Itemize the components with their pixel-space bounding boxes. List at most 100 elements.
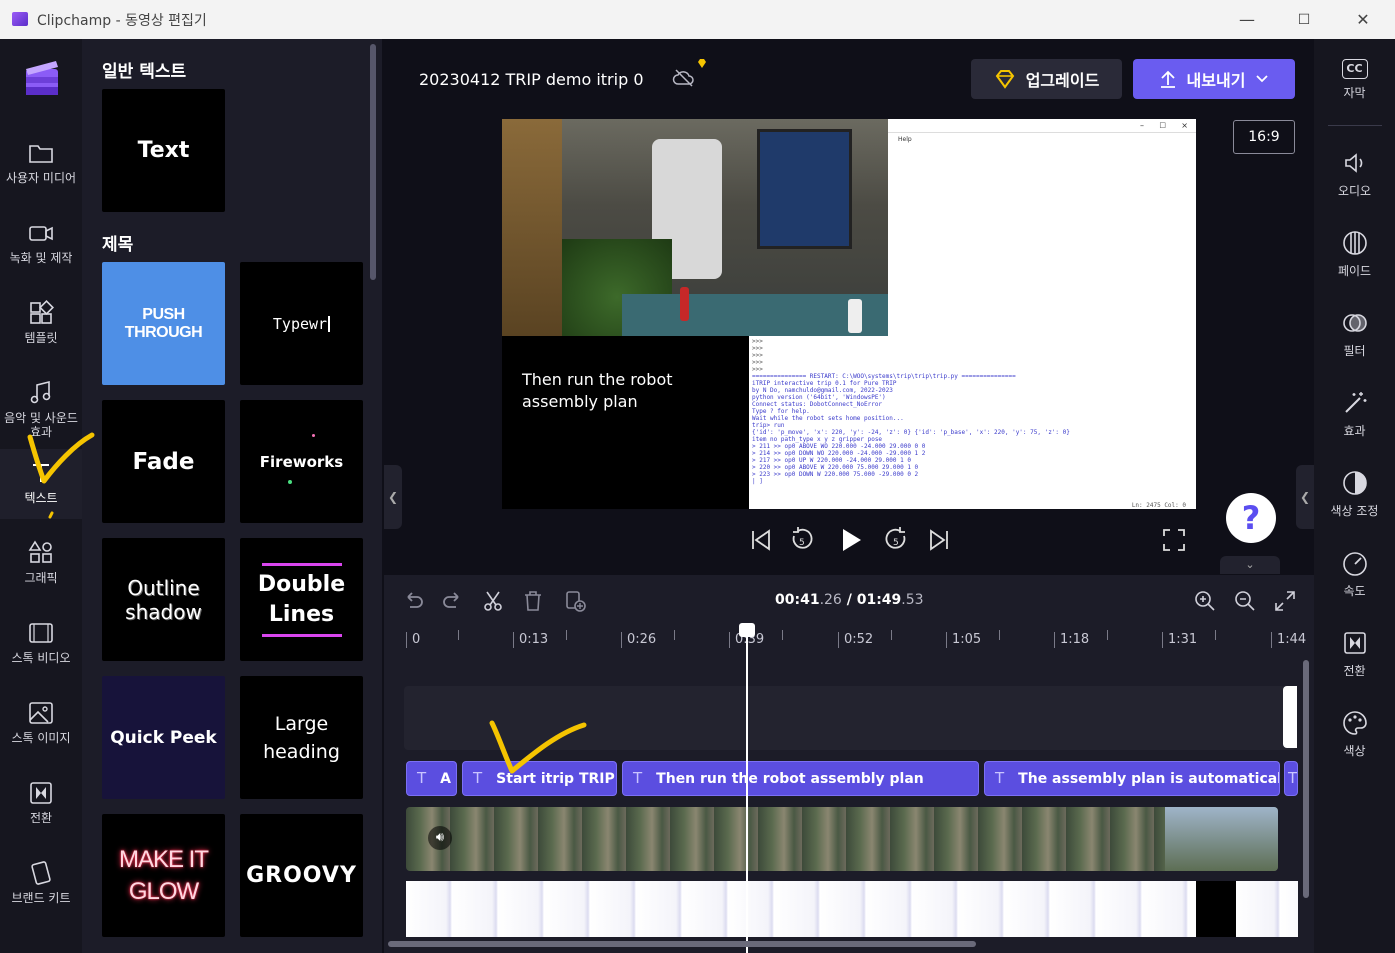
contrast-icon <box>1342 471 1367 495</box>
nav-user-media[interactable]: 사용자 미디어 <box>0 129 82 205</box>
undo-icon[interactable] <box>400 588 426 614</box>
svg-text:5: 5 <box>893 538 899 548</box>
trash-icon[interactable] <box>520 588 546 614</box>
fullscreen-icon[interactable] <box>1160 526 1188 554</box>
collapse-left-panel-button[interactable]: ❮ <box>384 465 402 529</box>
playhead[interactable] <box>746 624 748 953</box>
nav-text[interactable]: 텍스트 <box>0 449 82 519</box>
nav-label: 음악 및 사운드 효과 <box>4 411 78 439</box>
text-clip[interactable]: T The assembly plan is automatically pr <box>984 761 1280 796</box>
rail-label: 자막 <box>1343 86 1366 100</box>
fit-timeline-icon[interactable] <box>1272 588 1298 614</box>
nav-record-create[interactable]: 녹화 및 제작 <box>0 209 82 285</box>
console-line: > 220 >> op0 ABOVE W 220.000 75.000 29.0… <box>752 464 919 471</box>
minor-tick <box>782 630 783 640</box>
forward-5-icon[interactable]: 5 <box>880 522 912 558</box>
upgrade-button[interactable]: 업그레이드 <box>971 59 1122 99</box>
text-clip-label: A <box>440 771 452 787</box>
play-icon[interactable] <box>834 522 866 558</box>
time-current: 00:41 <box>775 592 820 608</box>
rail-fade[interactable]: 페이드 <box>1314 229 1395 279</box>
cloud-off-icon[interactable] <box>672 66 696 90</box>
collapse-preview-button[interactable]: ⌄ <box>1220 556 1280 574</box>
nav-transitions[interactable]: 전환 <box>0 769 82 845</box>
rail-color-adjust[interactable]: 색상 조정 <box>1314 469 1395 519</box>
text-panel: 일반 텍스트 Text 제목 PUSH THROUGH Typewr Fade … <box>82 39 382 953</box>
text-card-outline-shadow[interactable]: Outline shadow <box>102 538 225 661</box>
clipchamp-window: Clipchamp - 동영상 편집기 — ☐ ✕ 사용자 미디어 녹화 및 제… <box>0 0 1395 953</box>
scissors-icon[interactable] <box>480 588 506 614</box>
text-card-typewriter[interactable]: Typewr <box>240 262 363 385</box>
video-clip[interactable] <box>406 807 1278 871</box>
collapse-right-panel-button[interactable]: ❮ <box>1296 465 1314 529</box>
text-card-quick-peek[interactable]: Quick Peek <box>102 676 225 799</box>
rail-filters[interactable]: 필터 <box>1314 309 1395 359</box>
text-clip[interactable]: T <box>1284 761 1298 796</box>
rail-speed[interactable]: 속도 <box>1314 549 1395 599</box>
text-card-groovy[interactable]: GROOVY <box>240 814 363 937</box>
minimize-button[interactable]: — <box>1224 6 1270 34</box>
nav-stock-image[interactable]: 스톡 이미지 <box>0 689 82 765</box>
rail-transitions[interactable]: 전환 <box>1314 629 1395 679</box>
console-line: Connect status: DobotConnect_NoError <box>752 401 883 408</box>
rail-label: 속도 <box>1343 584 1366 598</box>
nav-templates[interactable]: 템플릿 <box>0 289 82 365</box>
text-card-fireworks[interactable]: Fireworks <box>240 400 363 523</box>
zoom-out-icon[interactable] <box>1232 588 1258 614</box>
nav-music-sound[interactable]: 음악 및 사운드 효과 <box>0 369 82 445</box>
panel-scrollbar[interactable] <box>370 44 376 280</box>
rewind-5-icon[interactable]: 5 <box>786 522 818 558</box>
card-label: Double <box>257 571 346 597</box>
skip-forward-icon[interactable] <box>924 522 956 558</box>
speaker-icon[interactable]: 🔊︎ <box>428 826 452 850</box>
text-clip[interactable]: TA <box>406 761 457 796</box>
card-label: Large <box>274 712 329 735</box>
text-clip[interactable]: T Then run the robot assembly plan <box>622 761 979 796</box>
help-button[interactable]: ? <box>1226 493 1276 543</box>
text-card-large-heading[interactable]: Large heading <box>240 676 363 799</box>
timeline-horizontal-scrollbar[interactable] <box>388 941 976 947</box>
playhead-handle[interactable] <box>739 623 755 637</box>
text-card-make-it-glow[interactable]: MAKE IT GLOW <box>102 814 225 937</box>
minor-tick <box>1215 630 1216 640</box>
clipchamp-app-icon[interactable] <box>22 59 62 99</box>
text-card-double-lines[interactable]: Double Lines <box>240 538 363 661</box>
video-preview[interactable]: Help – □ × Then run the robot assembly p… <box>502 119 1196 509</box>
speedometer-icon <box>1342 552 1367 576</box>
rail-color[interactable]: 색상 <box>1314 709 1395 759</box>
overlay-clip-thumbnail[interactable] <box>1283 686 1297 748</box>
nav-brand-kit[interactable]: 브랜드 키트 <box>0 849 82 925</box>
ruler-label: 0:52 <box>837 632 874 648</box>
text-clip-icon: T <box>995 769 1005 787</box>
timeline-ruler[interactable]: 0 0:13 0:26 0:39 0:52 1:05 1:18 1:31 1:4… <box>402 628 1306 652</box>
close-button[interactable]: ✕ <box>1340 6 1386 34</box>
card-label: Text <box>137 138 190 163</box>
nav-stock-video[interactable]: 스톡 비디오 <box>0 609 82 685</box>
screen-recording-clip[interactable] <box>406 881 1298 937</box>
text-card-push-through[interactable]: PUSH THROUGH <box>102 262 225 385</box>
text-clip-icon: T <box>1288 769 1298 787</box>
zoom-in-icon[interactable] <box>1192 588 1218 614</box>
text-clip[interactable]: T Start itrip TRIP is <box>462 761 617 796</box>
rail-effects[interactable]: 효과 <box>1314 389 1395 439</box>
time-total: 01:49 <box>856 592 902 608</box>
brand-kit-icon <box>31 861 51 885</box>
maximize-button[interactable]: ☐ <box>1281 6 1327 34</box>
text-card-plain[interactable]: Text <box>102 89 225 212</box>
redo-icon[interactable] <box>440 588 466 614</box>
aspect-ratio-button[interactable]: 16:9 <box>1233 120 1295 154</box>
text-card-fade[interactable]: Fade <box>102 400 225 523</box>
timeline-vertical-scrollbar[interactable] <box>1303 660 1309 898</box>
export-button[interactable]: 내보내기 <box>1133 59 1295 99</box>
rail-audio[interactable]: 오디오 <box>1314 149 1395 199</box>
project-title[interactable]: 20230412 TRIP demo itrip 0 <box>419 70 644 89</box>
time-separator: / <box>846 592 852 608</box>
text-clip-icon: T <box>473 769 483 787</box>
skip-back-icon[interactable] <box>744 522 776 558</box>
overlay-track[interactable] <box>404 686 1296 750</box>
duplicate-icon[interactable] <box>562 588 588 614</box>
card-label: heading <box>263 740 340 763</box>
transition-icon <box>30 782 52 804</box>
nav-graphics[interactable]: 그래픽 <box>0 529 82 605</box>
rail-captions[interactable]: CC 자막 <box>1314 59 1395 101</box>
